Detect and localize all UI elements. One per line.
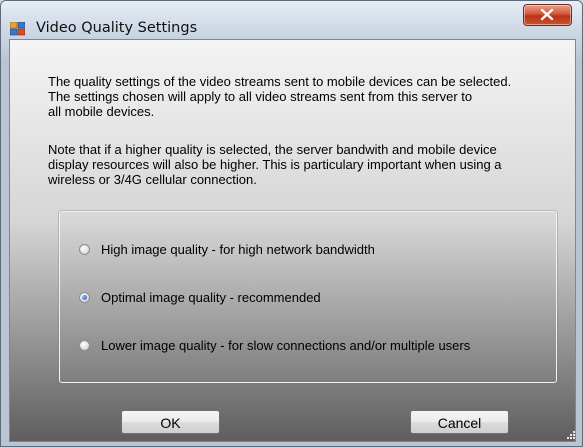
option-label[interactable]: Lower image quality - for slow connectio…	[101, 338, 470, 353]
option-label[interactable]: Optimal image quality - recommended	[101, 290, 321, 305]
radio-button-optimal[interactable]	[79, 292, 90, 303]
title-bar[interactable]: Video Quality Settings	[1, 1, 582, 39]
cancel-button[interactable]: Cancel	[410, 410, 509, 434]
option-label[interactable]: High image quality - for high network ba…	[101, 242, 375, 257]
app-icon	[9, 21, 26, 36]
close-button[interactable]	[523, 4, 572, 26]
resize-grip-icon[interactable]	[566, 430, 576, 440]
radio-button-high[interactable]	[79, 244, 90, 255]
close-icon	[540, 8, 554, 21]
description-text: The quality settings of the video stream…	[48, 74, 512, 119]
ok-button[interactable]: OK	[121, 410, 220, 434]
dialog-window: Video Quality Settings The quality setti…	[0, 0, 583, 447]
window-title: Video Quality Settings	[36, 20, 198, 36]
note-text: Note that if a higher quality is selecte…	[48, 142, 502, 187]
radio-button-lower[interactable]	[79, 340, 90, 351]
